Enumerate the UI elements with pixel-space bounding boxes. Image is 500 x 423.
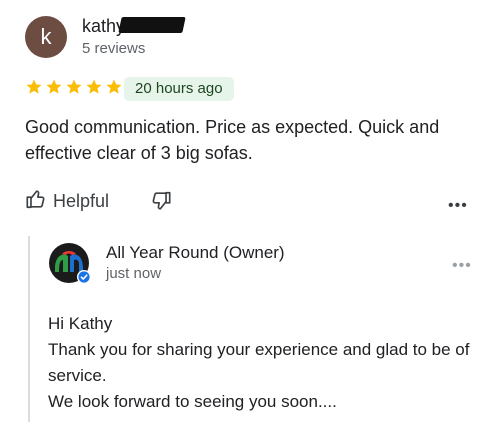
star-icon — [65, 78, 83, 96]
not-helpful-button[interactable] — [150, 190, 172, 217]
more-horizontal-icon: ••• — [448, 197, 468, 214]
name-redaction — [118, 17, 186, 33]
thumbs-up-icon — [25, 188, 47, 215]
star-icon — [25, 78, 43, 96]
reviewer-avatar[interactable]: k — [25, 16, 67, 58]
business-logo-icon — [49, 243, 91, 284]
star-icon — [105, 78, 123, 96]
review-text: Good communication. Price as expected. Q… — [25, 117, 440, 163]
helpful-label: Helpful — [53, 191, 110, 211]
star-rating — [25, 78, 123, 96]
more-options-button[interactable]: ••• — [448, 197, 468, 215]
reply-greeting: Hi Kathy — [48, 314, 113, 333]
owner-name[interactable]: All Year Round (Owner) — [106, 242, 285, 264]
reply-line-1: Thank you for sharing your experience an… — [48, 340, 470, 385]
reply-divider — [28, 236, 30, 422]
star-icon — [85, 78, 103, 96]
thumbs-down-icon — [150, 191, 172, 216]
star-icon — [45, 78, 63, 96]
reply-line-2: We look forward to seeing you soon.... — [48, 392, 337, 411]
owner-reply-text: Hi Kathy Thank you for sharing your expe… — [48, 311, 488, 415]
reviewer-review-count: 5 reviews — [82, 40, 146, 57]
helpful-button[interactable]: Helpful — [25, 188, 109, 215]
owner-reply-time: just now — [106, 265, 162, 282]
owner-avatar[interactable] — [48, 242, 94, 288]
reply-more-options-button[interactable]: ••• — [452, 257, 472, 275]
review-time-badge: 20 hours ago — [124, 77, 234, 101]
more-horizontal-icon: ••• — [452, 257, 472, 274]
